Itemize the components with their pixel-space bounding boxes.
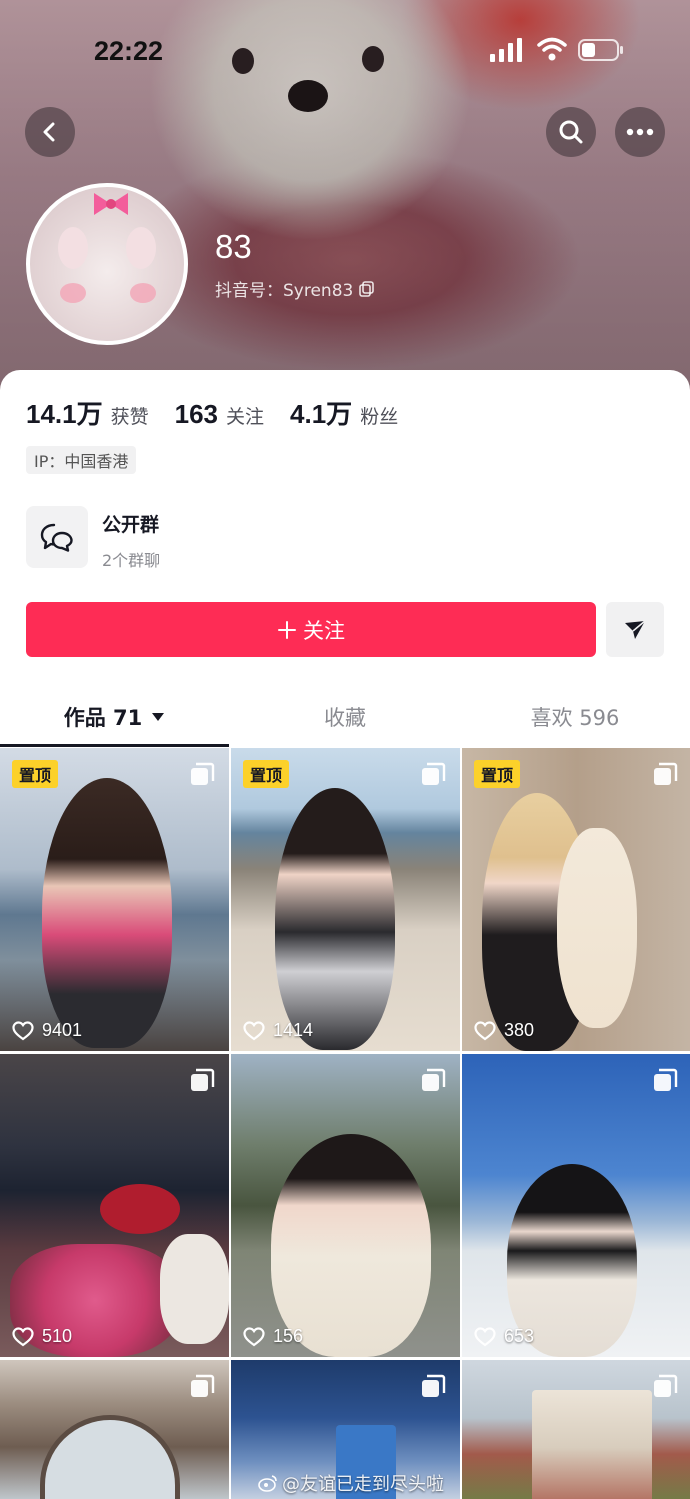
group-chat-icon [26, 506, 88, 568]
pinned-badge: 置顶 [12, 760, 59, 788]
bow-icon [94, 193, 128, 215]
multi-image-icon [654, 762, 678, 785]
more-button[interactable] [615, 107, 665, 157]
like-count: 9401 [12, 1020, 82, 1041]
video-tile[interactable] [462, 1360, 690, 1499]
multi-image-icon [191, 762, 215, 785]
video-tile[interactable]: 置顶 9401 [0, 748, 229, 1051]
public-group-entry[interactable]: 公开群 2个群聊 [26, 506, 666, 570]
tab-liked[interactable]: 喜欢 596 [460, 686, 690, 748]
send-message-button[interactable] [606, 602, 664, 657]
group-subtitle: 2个群聊 [102, 551, 161, 570]
tab-works[interactable]: 作品 71 [0, 686, 230, 748]
heart-icon [243, 1326, 265, 1346]
douyin-id[interactable]: 抖音号：Syren83 [215, 276, 375, 301]
douyin-id-label: 抖音号：Syren83 [215, 281, 354, 301]
video-tile[interactable]: 置顶 380 [462, 748, 690, 1051]
video-tile[interactable]: 510 [0, 1054, 229, 1357]
search-button[interactable] [546, 107, 596, 157]
tab-favorites[interactable]: 收藏 [230, 686, 460, 748]
avatar[interactable] [26, 183, 188, 345]
paper-plane-icon [625, 619, 646, 639]
multi-image-icon [654, 1068, 678, 1091]
video-tile[interactable]: 653 [462, 1054, 690, 1357]
search-icon [559, 120, 583, 144]
like-count: 380 [474, 1020, 534, 1041]
ip-location-tag: IP：中国香港 [26, 446, 137, 474]
profile-stats: 14.1万 获赞 163 关注 4.1万 粉丝 [26, 394, 424, 431]
chevron-left-icon [43, 122, 55, 142]
weibo-logo-icon [258, 1475, 277, 1492]
heart-icon [474, 1020, 496, 1040]
heart-icon [474, 1326, 496, 1346]
multi-image-icon [654, 1374, 678, 1397]
heart-icon [12, 1020, 34, 1040]
video-tile[interactable]: 156 [231, 1054, 460, 1357]
heart-icon [12, 1326, 34, 1346]
battery-icon [578, 39, 623, 61]
group-title: 公开群 [102, 514, 160, 536]
watermark: @友谊已走到尽头啦 [258, 1470, 444, 1496]
multi-image-icon [422, 1068, 446, 1091]
copy-icon[interactable] [359, 280, 375, 297]
caret-down-icon [152, 713, 165, 721]
stat-following[interactable]: 163 关注 [175, 399, 264, 430]
video-tile[interactable]: 置顶 1414 [231, 748, 460, 1051]
multi-image-icon [422, 1374, 446, 1397]
multi-image-icon [191, 1374, 215, 1397]
pinned-badge: 置顶 [243, 760, 290, 788]
video-tile[interactable] [0, 1360, 229, 1499]
stat-followers[interactable]: 4.1万 粉丝 [290, 394, 398, 431]
heart-icon [243, 1020, 265, 1040]
like-count: 653 [474, 1326, 534, 1347]
status-time: 22:22 [94, 36, 164, 66]
content-tabs: 作品 71 收藏 喜欢 596 [0, 686, 690, 748]
multi-image-icon [422, 762, 446, 785]
back-button[interactable] [25, 107, 75, 157]
follow-label: 关注 [303, 618, 345, 643]
tab-indicator [0, 744, 229, 747]
video-grid: 置顶 9401 置顶 1414 置顶 380 510 156 653 [0, 748, 690, 1499]
more-icon [626, 128, 654, 136]
status-bar: 22:22 [0, 0, 690, 100]
wifi-icon [537, 37, 567, 61]
pinned-badge: 置顶 [474, 760, 521, 788]
like-count: 1414 [243, 1020, 313, 1041]
multi-image-icon [191, 1068, 215, 1091]
like-count: 156 [243, 1326, 303, 1347]
nickname: 83 [215, 228, 252, 265]
plus-icon [278, 620, 296, 639]
like-count: 510 [12, 1326, 72, 1347]
follow-button[interactable]: 关注 [26, 602, 596, 657]
stat-likes[interactable]: 14.1万 获赞 [26, 394, 149, 431]
signal-icon [490, 38, 522, 62]
